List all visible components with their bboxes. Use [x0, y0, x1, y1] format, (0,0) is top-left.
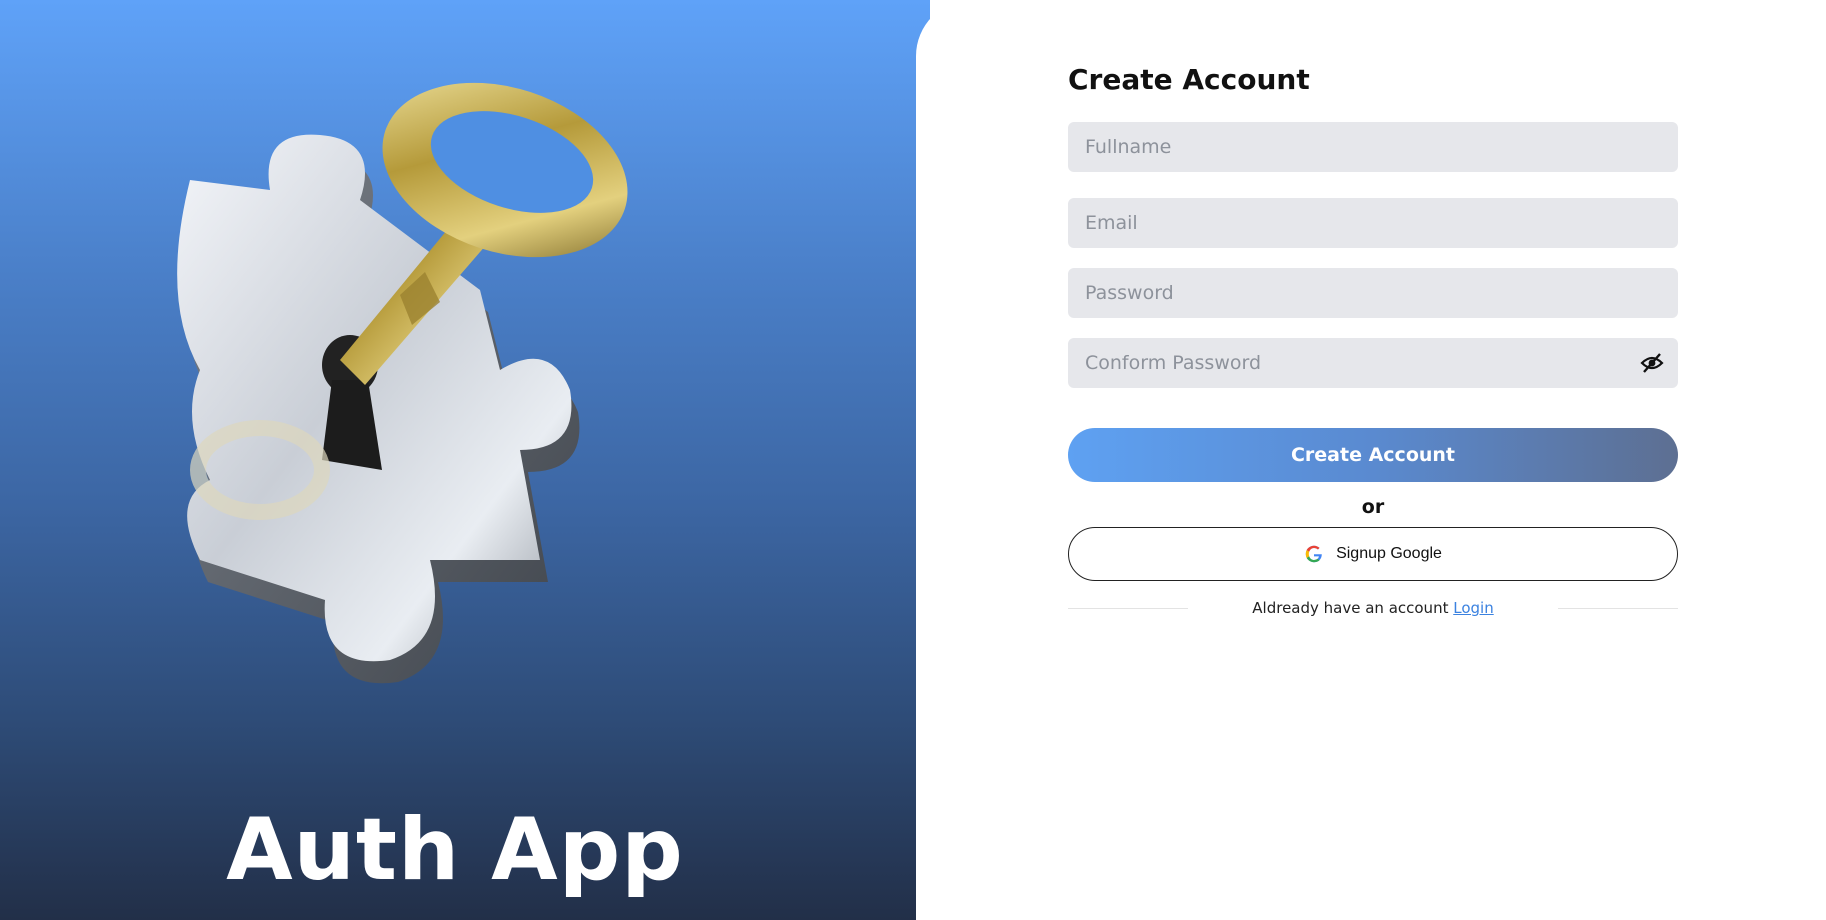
right-rule: [1558, 607, 1678, 609]
form-title: Create Account: [1068, 63, 1310, 96]
fullname-input[interactable]: [1083, 135, 1618, 159]
hero-panel: Auth App: [0, 0, 930, 920]
password-field-wrapper: [1068, 268, 1678, 318]
puzzle-key-illustration: [177, 82, 628, 684]
left-rule: [1068, 607, 1188, 609]
signup-google-label: Signup Google: [1336, 545, 1442, 562]
signup-form: Create Account Create Account or: [1068, 60, 1678, 617]
email-input[interactable]: [1083, 211, 1618, 235]
email-field-wrapper: [1068, 198, 1678, 248]
app-title: Auth App: [226, 800, 684, 900]
google-icon: [1305, 545, 1322, 563]
eye-off-icon[interactable]: [1640, 352, 1664, 374]
fullname-field-wrapper: [1068, 122, 1678, 172]
password-input[interactable]: [1083, 281, 1618, 305]
signup-panel: Create Account Create Account or: [916, 0, 1826, 920]
or-divider-text: or: [1361, 496, 1385, 518]
login-prompt: Aldready have an account Login: [1068, 598, 1678, 618]
create-account-button[interactable]: Create Account: [1068, 428, 1678, 482]
login-link[interactable]: Login: [1453, 599, 1493, 617]
signup-google-button[interactable]: Signup Google: [1068, 527, 1678, 581]
confirm-password-field-wrapper: [1068, 338, 1678, 388]
login-prompt-text-wrapper: Aldready have an account Login: [1188, 599, 1558, 617]
confirm-password-input[interactable]: [1083, 351, 1618, 375]
login-prompt-text: Aldready have an account: [1252, 599, 1449, 617]
